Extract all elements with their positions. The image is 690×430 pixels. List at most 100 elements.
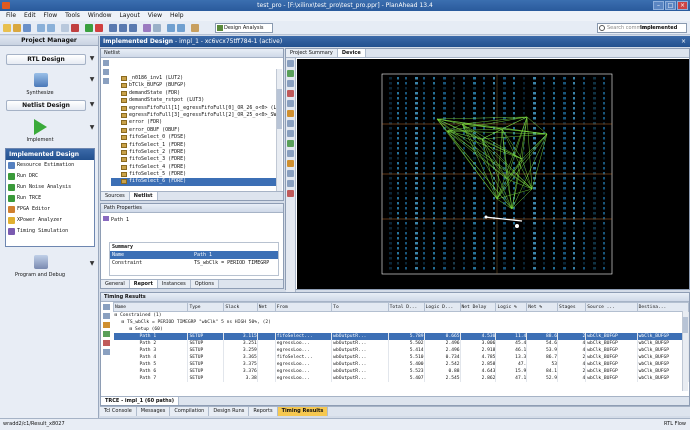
netlist-row[interactable]: demandState_rstpot (LUT3) — [111, 97, 281, 104]
column-header[interactable]: To — [331, 302, 389, 312]
copy-icon[interactable] — [61, 24, 69, 32]
constraint-row[interactable]: Constraint TS_wbClk = PERIOD TIMEGRP — [110, 259, 278, 267]
maximize-button[interactable]: □ — [665, 1, 676, 10]
netlist-row[interactable]: bTClk_BUFGP (BUFGP) — [111, 82, 281, 89]
netlist-row[interactable]: error (FDR) — [111, 119, 281, 126]
tab-design-runs[interactable]: Design Runs — [209, 407, 250, 416]
fpga-editor-item[interactable]: FPGA Editor — [6, 204, 94, 215]
design-close-icon[interactable]: × — [681, 36, 686, 47]
site-icon[interactable] — [287, 170, 294, 177]
tab-options[interactable]: Options — [190, 280, 220, 288]
clock-region-icon[interactable] — [287, 180, 294, 187]
menu-edit[interactable]: Edit — [24, 12, 36, 19]
tab-project-summary[interactable]: Project Summary — [286, 49, 338, 57]
netlist-expand-icon[interactable]: ▼ — [88, 101, 96, 109]
column-header[interactable]: Source ... — [585, 302, 638, 312]
zoom-out-icon[interactable] — [119, 24, 127, 32]
mark-icon[interactable] — [287, 120, 294, 127]
schematic-icon[interactable] — [103, 331, 110, 337]
save-icon[interactable] — [23, 24, 31, 32]
timing-path-row[interactable]: Path 5 SETUP 3.375 egressLoo... wbOutputR...… — [113, 361, 690, 368]
report-icon[interactable] — [143, 24, 151, 32]
implement-label[interactable]: Implement — [0, 137, 80, 143]
column-header[interactable]: Logic D... — [423, 302, 461, 312]
tab-reports[interactable]: Reports — [249, 407, 278, 416]
netlist-row[interactable]: _n0186_inv1 (LUT2) — [111, 75, 281, 82]
netlist-row[interactable]: fifoSelect_3 (FDRE) — [111, 156, 281, 163]
tab-report[interactable]: Report — [129, 280, 158, 288]
zoom-fit-icon[interactable] — [129, 24, 137, 32]
implemented-design-header[interactable]: Implemented Design — [6, 149, 94, 160]
delete-icon[interactable] — [71, 24, 79, 32]
column-header[interactable]: Net — [256, 302, 276, 312]
close-button[interactable]: × — [677, 1, 688, 10]
column-header[interactable]: Total D... — [387, 302, 425, 312]
column-header[interactable]: From — [274, 302, 333, 312]
timing-path-row[interactable]: Path 6 SETUP 3.376 egressLoo... wbOutputR...… — [113, 368, 690, 375]
route-icon[interactable] — [287, 70, 294, 77]
menu-tools[interactable]: Tools — [65, 12, 80, 19]
new-project-icon[interactable] — [3, 24, 11, 32]
tab-timing-results[interactable]: Timing Results — [277, 407, 329, 416]
clear-results-icon[interactable] — [103, 340, 110, 346]
column-header[interactable]: Destina... — [636, 302, 690, 312]
menu-view[interactable]: View — [148, 12, 162, 19]
netlist-row[interactable]: fifoSelect_0 (FDSE) — [111, 134, 281, 141]
synthesize-icon[interactable] — [34, 73, 48, 87]
expand-all-icon[interactable] — [103, 69, 109, 75]
synthesize-label[interactable]: Synthesize — [0, 90, 80, 96]
show-pins-icon[interactable] — [287, 150, 294, 157]
run-drc-item[interactable]: Run DRC — [6, 171, 94, 182]
clear-icon[interactable] — [287, 190, 294, 197]
netlist-row[interactable]: fifoSelect_4 (FDRE) — [111, 164, 281, 171]
project-manager-header[interactable]: Project Manager — [0, 36, 98, 46]
tab-messages[interactable]: Messages — [136, 407, 171, 416]
timing-path-row[interactable]: Path 3 SETUP 3.259 egressLoo... wbOutputR...… — [113, 347, 690, 354]
timing-path-row[interactable]: Path 1 SETUP 3.115 fifoSelect... wbOutputR..… — [113, 333, 690, 340]
implement-play-icon[interactable] — [34, 119, 47, 135]
zoom-area-icon[interactable] — [287, 100, 294, 107]
timing-path-row[interactable]: Path 4 SETUP 3.365 fifoSelect... wbOutputR..… — [113, 354, 690, 361]
column-header[interactable]: Logic % — [495, 302, 528, 312]
pblock-icon[interactable] — [287, 160, 294, 167]
layout-icon[interactable] — [167, 24, 175, 32]
export-icon[interactable] — [103, 349, 110, 355]
netlist-row[interactable]: demandState (FDR) — [111, 90, 281, 97]
synthesize-menu-icon[interactable]: ▼ — [88, 76, 96, 84]
unroute-icon[interactable] — [287, 90, 294, 97]
timing-scrollbar[interactable] — [682, 311, 688, 391]
netlist-row[interactable]: egressFifoFull[3]_egressFifoFull[2]_OR_2… — [111, 112, 281, 119]
netlist-design-section[interactable]: Netlist Design — [6, 100, 86, 111]
netlist-row[interactable]: fifoSelect_5 (FDRE) — [111, 171, 281, 178]
menu-flow[interactable]: Flow — [44, 12, 58, 19]
run-noise-analysis-item[interactable]: Run Noise Analysis — [6, 182, 94, 193]
select-icon[interactable] — [287, 60, 294, 67]
expand-icon[interactable] — [103, 313, 110, 319]
run-trce-item[interactable]: Run TRCE — [6, 193, 94, 204]
program-debug-menu-icon[interactable]: ▼ — [88, 260, 96, 268]
program-debug-label[interactable]: Program and Debug — [0, 272, 80, 278]
stop-icon[interactable] — [95, 24, 103, 32]
menu-layout[interactable]: Layout — [119, 12, 139, 19]
move-icon[interactable] — [287, 80, 294, 87]
tab-sources[interactable]: Sources — [101, 192, 130, 200]
xpower-analyzer-item[interactable]: XPower Analyzer — [6, 215, 94, 226]
minimize-button[interactable]: – — [653, 1, 664, 10]
tab-trce-results[interactable]: TRCE - impl_1 (60 paths) — [101, 397, 179, 405]
netlist-row[interactable]: fifoSelect_2 (FDRE) — [111, 149, 281, 156]
device-view-canvas[interactable] — [297, 59, 689, 289]
menu-file[interactable]: File — [6, 12, 16, 19]
column-header[interactable]: Stages — [557, 302, 587, 312]
implement-menu-icon[interactable]: ▼ — [88, 124, 96, 132]
constrained-group[interactable]: ⊟ Constrained (1) — [113, 311, 689, 319]
column-header[interactable]: Net % — [526, 302, 559, 312]
name-row[interactable]: Name Path 1 — [110, 251, 278, 259]
window-icon[interactable] — [177, 24, 185, 32]
highlight-icon[interactable] — [287, 110, 294, 117]
collapse-all-icon[interactable] — [103, 60, 109, 66]
settings-icon[interactable] — [153, 24, 161, 32]
column-header[interactable]: Slack — [223, 302, 258, 312]
netlist-row[interactable]: error_OBUF (OBUF) — [111, 127, 281, 134]
layout-select[interactable]: Design Analysis — [215, 23, 273, 33]
timing-path-row[interactable]: Path 2 SETUP 3.251 egressLoo... wbOutputR...… — [113, 340, 690, 347]
